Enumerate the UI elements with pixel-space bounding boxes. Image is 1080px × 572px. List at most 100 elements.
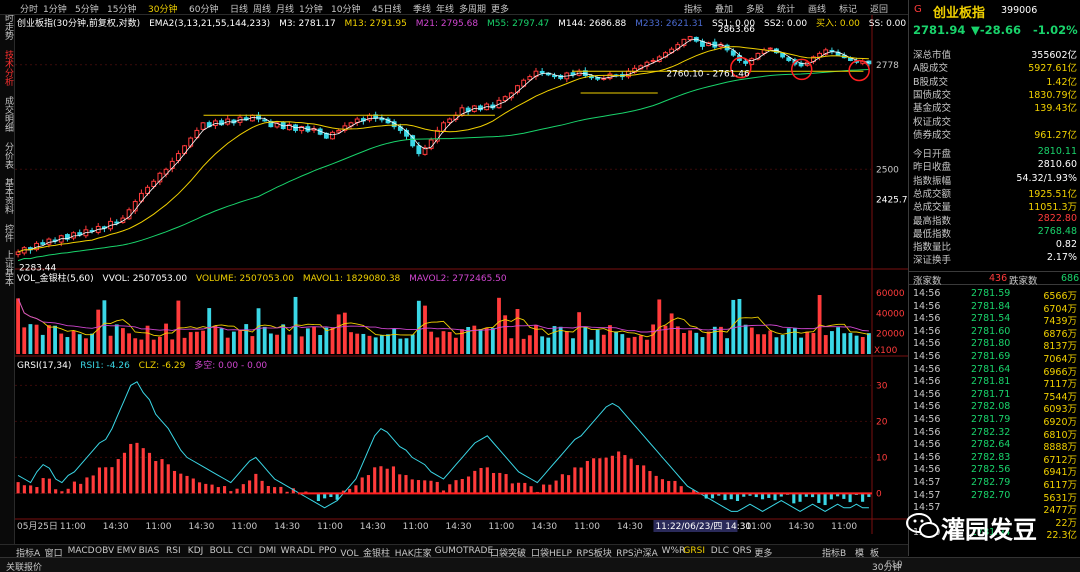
volume-bar	[867, 333, 871, 354]
volume-bar	[231, 331, 236, 354]
volume-bar	[521, 338, 526, 354]
period-tab-7[interactable]: 周线	[253, 2, 271, 15]
indicator-tab-7[interactable]: KDJ	[188, 546, 204, 556]
chart-panel[interactable]: 2500 2778 2863.66 2283.44 2760.10 - 2761.46 2…	[15, 15, 908, 534]
left-tab-1[interactable]: 技术分析	[2, 50, 13, 86]
stat-value: 2822.80	[1037, 212, 1077, 224]
stat-value: 1.42亿	[1046, 76, 1077, 88]
left-tab-3[interactable]: 分价表	[2, 142, 13, 169]
candle-body	[767, 47, 773, 50]
tick-price: 2782.08	[971, 401, 1011, 413]
volume-bar	[620, 334, 625, 354]
tool-button-6[interactable]: 返回	[870, 2, 888, 15]
tick-time: 14:56	[913, 414, 941, 425]
tool-button-2[interactable]: 多股	[746, 2, 764, 15]
volume-bar	[805, 331, 810, 354]
left-tab-6[interactable]: 上证基本	[2, 250, 13, 286]
volume-bar	[564, 331, 569, 354]
indicator-tab-6[interactable]: RSI	[166, 546, 181, 556]
indicator-tab-16[interactable]: GUMOTRADE	[435, 546, 494, 556]
period-tab-12[interactable]: 季线	[413, 2, 431, 15]
indicator-tab-2[interactable]: MACD	[68, 546, 95, 556]
volume-bar	[614, 331, 619, 354]
left-tab-4[interactable]: 基本资料	[2, 178, 13, 214]
stat-label: 今日开盘	[913, 149, 952, 160]
tool-button-4[interactable]: 画线	[808, 2, 826, 15]
stat-label: B股成交	[913, 76, 949, 88]
period-tab-9[interactable]: 1分钟	[299, 2, 323, 15]
period-tab-11[interactable]: 45日线	[372, 2, 401, 15]
indicator-tab-23[interactable]: DLC	[711, 546, 729, 556]
indicator-tab-3[interactable]: OBV	[95, 546, 114, 556]
indicator-tab-8[interactable]: BOLL	[210, 546, 233, 556]
tool-button-1[interactable]: 叠加	[715, 2, 733, 15]
period-tab-4[interactable]: 30分钟	[148, 2, 177, 15]
quote-code: 399006	[1001, 5, 1038, 16]
volume-bar	[336, 314, 341, 354]
stat-row: 债券成交 961.27亿	[913, 127, 1077, 141]
volume-bar	[540, 336, 545, 354]
period-tab-10[interactable]: 10分钟	[331, 2, 360, 15]
volume-bar	[774, 337, 779, 354]
tick-row: 14:56 2782.83 6712万	[913, 451, 1077, 466]
rsi-legend: GRSI(17,34) RSI1: -4.26 CLZ: -6.29 多空: 0…	[17, 358, 273, 371]
up-count: 436	[989, 273, 1008, 284]
down-label: 跌家数	[1009, 276, 1038, 287]
period-tab-15[interactable]: 更多	[491, 2, 509, 15]
indicator-tab-22[interactable]: GRSI	[683, 546, 705, 556]
period-tab-1[interactable]: 1分钟	[43, 2, 67, 15]
left-tab-strip: 分时走势 技术分析 成交明细 分价表 基本资料 控件 上证基本	[0, 0, 15, 572]
status-left[interactable]: 关联报价	[6, 560, 42, 572]
quote-change: ▼-28.66	[971, 23, 1021, 37]
period-tab-14[interactable]: 多周期	[459, 2, 486, 15]
stat-row: 基金成交 139.43亿	[913, 100, 1077, 114]
volume-bar	[842, 333, 847, 354]
tick-time: 14:57	[913, 477, 941, 488]
rsi-tick-label: 10	[876, 453, 888, 463]
vol-tick-label: 60000	[876, 289, 905, 299]
tick-row: 14:56 2781.59 6566万	[913, 288, 1077, 302]
indicator-tab-9[interactable]: CCI	[237, 546, 252, 556]
tick-price: 2781.69	[971, 351, 1011, 362]
price-tick-label: 2778	[876, 61, 899, 71]
status-f10[interactable]: F10	[886, 560, 903, 570]
indicator-tab-4[interactable]: EMV	[117, 546, 137, 556]
tool-button-0[interactable]: 指标	[684, 2, 702, 15]
volume-bar	[324, 327, 329, 354]
tick-price: 2781.80	[971, 338, 1011, 350]
candle-body	[336, 129, 342, 133]
left-tab-5[interactable]: 控件	[2, 224, 13, 242]
tool-button-3[interactable]: 统计	[777, 2, 795, 15]
indicator-tab-10[interactable]: DMI	[259, 546, 276, 556]
tick-price: 2781.81	[971, 376, 1011, 388]
rsi-ks: 多空: 0.00 - 0.00	[194, 361, 268, 371]
indicator-tab-12[interactable]: ADL	[297, 546, 315, 556]
left-tab-2[interactable]: 成交明细	[2, 96, 13, 132]
vol-legend: VOL_金银柱(5,60) VVOL: 2507053.00 VOLUME: 2…	[17, 271, 513, 284]
tick-price: 2781.59	[971, 288, 1011, 299]
indicator-tab-24[interactable]: QRS	[733, 546, 752, 556]
vol-mavol1: MAVOL1: 1829080.38	[302, 274, 401, 284]
candle-body	[416, 145, 422, 155]
volume-bar	[404, 338, 409, 354]
period-tab-13[interactable]: 年线	[436, 2, 454, 15]
period-tab-6[interactable]: 日线	[230, 2, 248, 15]
period-tab-2[interactable]: 5分钟	[75, 2, 99, 15]
volume-bar	[108, 335, 113, 354]
stat-value: 2768.48	[1037, 225, 1077, 237]
stat-value: 355602亿	[1031, 50, 1077, 61]
period-tab-8[interactable]: 月线	[276, 2, 294, 15]
indicator-tab-11[interactable]: WR	[281, 546, 296, 556]
period-tab-5[interactable]: 60分钟	[189, 2, 218, 15]
indicator-tab-5[interactable]: BIAS	[139, 546, 160, 556]
tool-button-5[interactable]: 标记	[839, 2, 857, 15]
tick-time: 14:56	[913, 451, 941, 463]
vol-vvol: VVOL: 2507053.00	[102, 274, 188, 284]
volume-bar	[527, 335, 532, 354]
period-toolbar: 分时 1分钟 5分钟 15分钟 30分钟 60分钟 日线 周线 月线 1分钟 10分钟 45日线 季线年…	[0, 0, 908, 15]
indicator-tab-21[interactable]: W%R	[662, 546, 686, 556]
period-tab-3[interactable]: 15分钟	[107, 2, 136, 15]
period-tab-0[interactable]: 分时	[20, 2, 38, 15]
indicator-tab-13[interactable]: PPO	[319, 546, 337, 556]
volume-bar	[688, 330, 693, 354]
